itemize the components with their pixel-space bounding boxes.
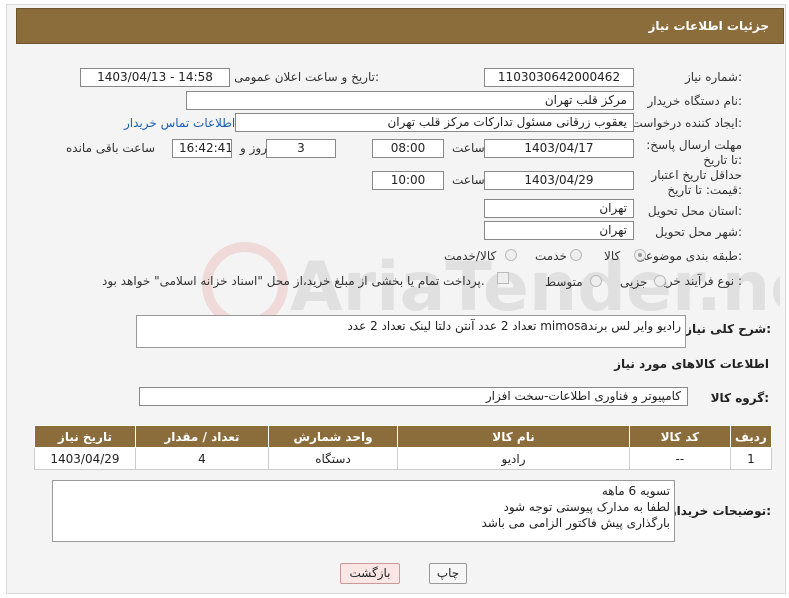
deadline-time-label: ساعت [452,141,485,155]
col-date: تاریخ نیاز [34,425,136,448]
validity-label: حداقل تاریخ اعتبار قیمت: تا تاریخ: [651,168,742,197]
category-label: طبقه بندی موضوعی: [635,249,742,263]
category-radio-goods[interactable] [634,249,646,261]
category-radio-goods-service[interactable] [505,249,517,261]
cell-unit: دستگاه [267,447,399,470]
announce-field: 1403/04/13 - 14:58 [80,68,230,87]
category-option-service: خدمت [535,249,567,263]
cell-name: رادیو [397,447,630,470]
city-field: تهران [484,221,634,240]
buyer-org-field: مرکز قلب تهران [186,91,634,110]
validity-date-field: 1403/04/29 [484,171,634,190]
deadline-time-field: 08:00 [372,139,444,158]
announce-label: تاریخ و ساعت اعلان عمومی: [234,70,379,84]
goods-group-field: کامپیوتر و فناوری اطلاعات-سخت افزار [139,387,688,406]
cell-date: 1403/04/29 [34,447,136,470]
remaining-label: ساعت باقی مانده [66,141,156,155]
need-number-field: 1103030642000462 [484,68,634,87]
description-textarea[interactable]: رادیو وایر لس برندmimosa تعداد 2 عدد آنت… [136,315,686,348]
buyer-org-label: نام دستگاه خریدار: [647,94,743,108]
process-radio-medium[interactable] [590,275,602,287]
col-qty: تعداد / مقدار [134,425,269,448]
process-option-minor: جزیی [620,275,648,289]
need-number-label: شماره نیاز: [684,70,742,84]
process-label: نوع فرآیند خرید : [657,274,742,288]
table-row: 1 -- رادیو دستگاه 4 1403/04/29 [34,447,773,470]
process-radio-minor[interactable] [654,275,666,287]
buyer-notes-label: توضیحات خریدار: [669,504,771,518]
requester-label: ایجاد کننده درخواست: [631,116,742,130]
buyer-contact-link[interactable]: اطلاعات تماس خریدار [124,116,235,130]
deadline-date-field: 1403/04/17 [484,139,634,158]
page-header: جزئیات اطلاعات نیاز [16,8,784,44]
treasury-payment-checkbox[interactable] [497,272,509,284]
remaining-time-field: 16:42:41 [172,139,232,158]
province-field: تهران [484,199,634,218]
process-option-medium: متوسط [545,275,583,289]
cell-qty: 4 [134,447,269,470]
col-code: کد کالا [628,425,731,448]
goods-table-header: ردیف کد کالا نام کالا واحد شمارش تعداد /… [34,425,773,448]
buyer-notes-textarea[interactable]: تسویه 6 ماهه لطفا به مدارک پیوستی توجه ش… [52,480,675,542]
goods-section-title: اطلاعات کالاهای مورد نیاز [614,357,769,371]
col-row: ردیف [729,425,773,448]
validity-time-field: 10:00 [372,171,444,190]
col-name: نام کالا [397,425,630,448]
days-label: روز و [240,141,267,155]
province-label: استان محل تحویل: [647,204,742,218]
deadline-label: مهلت ارسال پاسخ: تا تاریخ: [646,138,742,167]
category-option-goods: کالا [604,249,621,263]
goods-group-label: گروه کالا: [710,391,769,405]
col-unit: واحد شمارش [267,425,399,448]
treasury-payment-note: پرداخت تمام یا بخشی از مبلغ خرید،از محل … [102,274,485,288]
validity-time-label: ساعت [452,173,485,187]
days-field: 3 [266,139,336,158]
cell-code: -- [628,447,731,470]
city-label: شهر محل تحویل: [655,225,742,239]
back-button[interactable]: بازگشت [340,563,400,584]
cell-row: 1 [729,447,773,470]
requester-field: یعقوب زرقانی مسئول تدارکات مرکز قلب تهرا… [235,113,634,132]
category-option-goods-service: کالا/خدمت [444,249,497,263]
goods-table: ردیف کد کالا نام کالا واحد شمارش تعداد /… [34,425,773,470]
category-radio-service[interactable] [570,249,582,261]
print-button[interactable]: چاپ [429,563,467,584]
description-label: شرح کلی نیاز: [685,322,771,336]
page-title: جزئیات اطلاعات نیاز [648,19,769,33]
